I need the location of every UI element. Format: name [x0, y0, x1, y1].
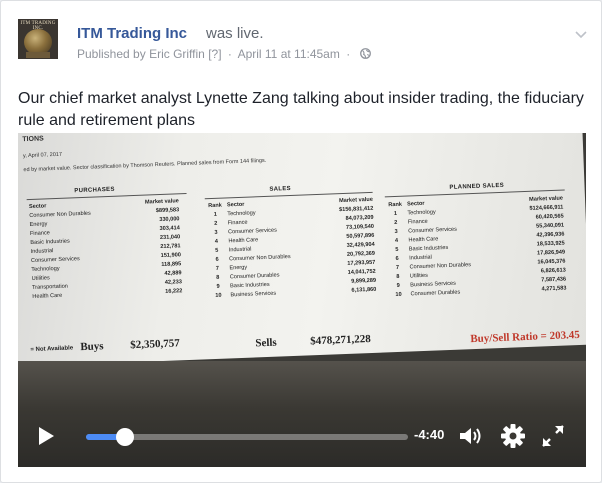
- fullscreen-icon: [542, 425, 564, 447]
- play-icon: [39, 427, 54, 445]
- help-marker[interactable]: [?]: [208, 47, 221, 61]
- doc-date-line: y, April 07, 2017: [22, 151, 63, 160]
- avatar-base-image: [26, 52, 50, 58]
- author-link[interactable]: Eric Griffin: [149, 47, 205, 61]
- sales-table: Rank Sector Market value 1 Technology $156…: [205, 195, 379, 300]
- globe-icon[interactable]: [359, 48, 371, 59]
- summary-ratio: Buy/Sell Ratio = 203.45: [470, 328, 581, 346]
- time-remaining: -4:40: [414, 427, 445, 442]
- planned-row-value: 4,271,583: [541, 284, 567, 292]
- doc-subtitle: ed by market value. Sector classificatio…: [23, 157, 267, 174]
- volume-icon: [460, 428, 481, 444]
- gear-icon: [501, 424, 525, 448]
- summary-sells-value: $478,271,228: [310, 333, 371, 348]
- video-controls: -4:40: [18, 409, 586, 467]
- purchases-table: Sector Market value Consumer Non Durable…: [27, 196, 185, 301]
- progress-bar[interactable]: [86, 428, 408, 446]
- post-card: ITM TRADING INC. ITM Trading Inc was liv…: [0, 0, 602, 483]
- video-player[interactable]: TIONS y, April 07, 2017 ed by market val…: [18, 133, 586, 467]
- planned-table: Rank Sector Market value 1 Technology $124…: [385, 193, 569, 299]
- video-frame-document: TIONS y, April 07, 2017 ed by market val…: [18, 133, 586, 367]
- sales-heading: SALES: [269, 185, 292, 193]
- doc-top-label: TIONS: [22, 135, 44, 144]
- meta-separator: ·: [227, 47, 232, 61]
- meta-separator-2: ·: [346, 47, 351, 61]
- post-status-text: was live.: [206, 25, 264, 42]
- purchases-heading: PURCHASES: [74, 186, 115, 195]
- published-by-label: Published by: [77, 47, 146, 61]
- sales-row-value: 6,131,860: [351, 286, 377, 294]
- post-meta: Published by Eric Griffin [?] · April 11…: [77, 47, 371, 61]
- planned-sales-heading: PLANNED SALES: [449, 182, 505, 191]
- summary-na-label: = Not Available: [30, 345, 74, 354]
- play-button[interactable]: [36, 425, 56, 447]
- fullscreen-button[interactable]: [541, 424, 565, 448]
- page-name-link[interactable]: ITM Trading Inc: [77, 25, 187, 42]
- post-message: Our chief market analyst Lynette Zang ta…: [18, 90, 584, 129]
- chevron-down-icon[interactable]: [574, 27, 588, 39]
- page-avatar[interactable]: ITM TRADING INC.: [18, 19, 58, 59]
- planned-row-rank: 10: [395, 291, 402, 298]
- summary-sells-label: Sells: [255, 336, 277, 350]
- purchases-row-value: 16,222: [165, 287, 183, 295]
- summary-buys-value: $2,350,757: [130, 337, 181, 352]
- sales-row-rank: 10: [215, 292, 222, 299]
- summary-buys-label: Buys: [80, 340, 104, 354]
- volume-button[interactable]: [458, 424, 486, 448]
- post-date-link[interactable]: April 11 at 11:45am: [238, 47, 340, 61]
- settings-button[interactable]: [500, 423, 526, 449]
- progress-handle[interactable]: [115, 428, 134, 446]
